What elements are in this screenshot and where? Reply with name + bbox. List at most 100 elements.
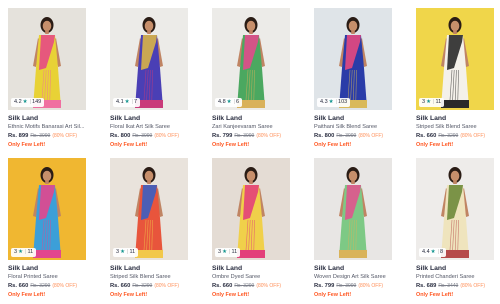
product-card[interactable]: 4.4★ |8 Silk Land Printed Chanderi Saree … bbox=[416, 158, 494, 299]
rating-badge: 3★ |11 bbox=[215, 248, 241, 257]
product-card[interactable]: 4.8★ |6 Silk Land Zari Kanjeevaram Saree … bbox=[212, 8, 290, 149]
review-count: 103 bbox=[338, 99, 348, 105]
product-name: Woven Design Art Silk Saree bbox=[314, 274, 386, 280]
rating-badge: 4.8★ |6 bbox=[215, 98, 243, 107]
product-price: Rs. 800 bbox=[110, 133, 131, 139]
product-price-row: Rs. 660 Rs. 3299 (80% OFF) bbox=[110, 282, 188, 291]
product-mrp: Rs. 3299 bbox=[30, 283, 51, 289]
model-neck bbox=[45, 30, 49, 34]
model-neck bbox=[249, 30, 253, 34]
stock-status: Only Few Left! bbox=[314, 292, 352, 298]
product-mrp: Rs. 3299 bbox=[438, 133, 459, 139]
product-price: Rs. 660 bbox=[110, 283, 131, 289]
stock-status: Only Few Left! bbox=[212, 292, 250, 298]
product-image[interactable]: 4.1★ |7 bbox=[110, 8, 188, 110]
product-photo bbox=[8, 8, 86, 110]
product-name: Paithani Silk Blend Saree bbox=[314, 124, 378, 130]
model-face bbox=[144, 170, 154, 182]
product-image[interactable]: 3★ |11 bbox=[416, 8, 494, 110]
model-face bbox=[144, 20, 154, 32]
product-photo bbox=[212, 8, 290, 110]
product-discount: (80% OFF) bbox=[52, 133, 78, 139]
product-mrp: Rs. 3449 bbox=[438, 283, 459, 289]
product-image[interactable]: 4.4★ |8 bbox=[416, 158, 494, 260]
stock-status: Only Few Left! bbox=[314, 142, 352, 148]
product-image[interactable]: 3★ |11 bbox=[110, 158, 188, 260]
product-price-row: Rs. 799 Rs. 3999 (80% OFF) bbox=[314, 282, 392, 291]
product-mrp: Rs. 3999 bbox=[336, 283, 357, 289]
product-price-row: Rs. 660 Rs. 3299 (80% OFF) bbox=[8, 282, 86, 291]
product-mrp: Rs. 3299 bbox=[234, 283, 255, 289]
rating-badge: 4.1★ |7 bbox=[113, 98, 141, 107]
product-price: Rs. 689 bbox=[416, 283, 437, 289]
product-brand: Silk Land bbox=[8, 265, 39, 272]
model-face bbox=[348, 170, 358, 182]
product-name: Striped Silk Blend Saree bbox=[110, 274, 171, 280]
product-image[interactable]: 4.8★ |6 bbox=[212, 8, 290, 110]
product-discount: (80% OFF) bbox=[154, 133, 180, 139]
model-face bbox=[246, 170, 256, 182]
product-discount: (80% OFF) bbox=[256, 283, 282, 289]
product-image[interactable] bbox=[314, 158, 392, 260]
model-face bbox=[246, 20, 256, 32]
stock-status: Only Few Left! bbox=[110, 142, 148, 148]
product-name: Ombre Dyed Saree bbox=[212, 274, 261, 280]
product-discount: (80% OFF) bbox=[460, 283, 486, 289]
product-image[interactable]: 4.2★ |149 bbox=[8, 8, 86, 110]
product-price-row: Rs. 799 Rs. 3999 (80% OFF) bbox=[212, 132, 290, 141]
product-photo bbox=[416, 158, 494, 260]
saree-border bbox=[33, 250, 61, 258]
product-photo bbox=[8, 158, 86, 260]
product-price: Rs. 799 bbox=[212, 133, 233, 139]
product-photo bbox=[416, 8, 494, 110]
saree-border bbox=[441, 100, 469, 108]
product-card[interactable]: Silk Land Woven Design Art Silk Saree Rs… bbox=[314, 158, 392, 299]
product-card[interactable]: 3★ |11 Silk Land Ombre Dyed Saree Rs. 660… bbox=[212, 158, 290, 299]
model-neck bbox=[249, 180, 253, 184]
product-card[interactable]: 3★ |11 Silk Land Striped Silk Blend Saree… bbox=[416, 8, 494, 149]
product-brand: Silk Land bbox=[212, 115, 243, 122]
product-image[interactable]: 3★ |11 bbox=[8, 158, 86, 260]
star-icon: ★ bbox=[430, 249, 436, 255]
product-card[interactable]: 4.3★ |103 Silk Land Paithani Silk Blend S… bbox=[314, 8, 392, 149]
model-face bbox=[42, 20, 52, 32]
rating-value: 3 bbox=[218, 249, 222, 255]
rating-value: 4.1 bbox=[116, 99, 124, 105]
product-discount: (80% OFF) bbox=[256, 133, 282, 139]
product-discount: (80% OFF) bbox=[358, 283, 384, 289]
rating-value: 4.3 bbox=[320, 99, 328, 105]
rating-value: 3 bbox=[14, 249, 18, 255]
product-name: Printed Chanderi Saree bbox=[416, 274, 475, 280]
star-icon: ★ bbox=[18, 249, 23, 255]
star-icon: ★ bbox=[124, 99, 130, 105]
product-price-row: Rs. 800 Rs. 3999 (80% OFF) bbox=[314, 132, 392, 141]
product-mrp: Rs. 3999 bbox=[30, 133, 51, 139]
product-image[interactable]: 3★ |11 bbox=[212, 158, 290, 260]
rating-badge: 4.3★ |103 bbox=[317, 98, 351, 107]
product-price: Rs. 800 bbox=[314, 133, 335, 139]
rating-badge: 4.2★ |149 bbox=[11, 98, 45, 107]
product-card[interactable]: 3★ |11 Silk Land Floral Printed Saree Rs.… bbox=[8, 158, 86, 299]
product-photo bbox=[110, 158, 188, 260]
rating-value: 3 bbox=[116, 249, 120, 255]
product-name: Zari Kanjeevaram Saree bbox=[212, 124, 273, 130]
product-price: Rs. 799 bbox=[314, 283, 335, 289]
saree-border bbox=[339, 250, 367, 258]
product-card[interactable]: 4.1★ |7 Silk Land Floral Ikat Art Silk Sa… bbox=[110, 8, 188, 149]
stock-status: Only Few Left! bbox=[8, 142, 46, 148]
product-price-row: Rs. 899 Rs. 3999 (80% OFF) bbox=[8, 132, 86, 141]
product-price-row: Rs. 660 Rs. 3299 (80% OFF) bbox=[212, 282, 290, 291]
product-name: Floral Ikat Art Silk Saree bbox=[110, 124, 170, 130]
product-discount: (80% OFF) bbox=[358, 133, 384, 139]
product-price: Rs. 660 bbox=[212, 283, 233, 289]
model-face bbox=[42, 170, 52, 182]
stock-status: Only Few Left! bbox=[416, 142, 454, 148]
product-discount: (80% OFF) bbox=[154, 283, 180, 289]
model-neck bbox=[453, 180, 457, 184]
product-photo bbox=[212, 158, 290, 260]
product-price-row: Rs. 660 Rs. 3299 (80% OFF) bbox=[416, 132, 494, 141]
rating-value: 4.2 bbox=[14, 99, 22, 105]
product-card[interactable]: 3★ |11 Silk Land Striped Silk Blend Saree… bbox=[110, 158, 188, 299]
product-image[interactable]: 4.3★ |103 bbox=[314, 8, 392, 110]
product-card[interactable]: 4.2★ |149 Silk Land Ethnic Motifs Banaras… bbox=[8, 8, 86, 149]
